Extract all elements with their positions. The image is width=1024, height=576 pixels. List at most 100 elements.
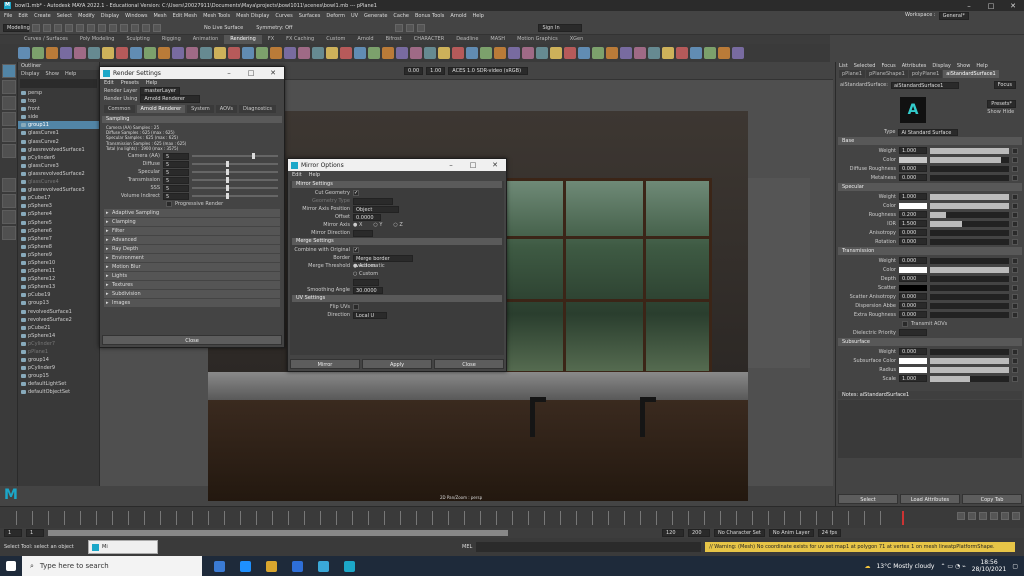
attribute-menu-item[interactable]: Focus bbox=[881, 62, 895, 70]
attribute-menu-item[interactable]: Attributes bbox=[902, 62, 927, 70]
outliner-item[interactable]: defaultLightSet bbox=[18, 380, 99, 388]
mirror-direction-dropdown[interactable] bbox=[353, 229, 373, 237]
maximize-icon[interactable]: □ bbox=[462, 161, 484, 169]
shelf-tool-icon[interactable] bbox=[662, 47, 674, 59]
map-button-icon[interactable] bbox=[1012, 193, 1018, 200]
undo-icon[interactable] bbox=[65, 23, 73, 32]
shelf-tool-icon[interactable] bbox=[326, 47, 338, 59]
attribute-slider[interactable] bbox=[930, 174, 1009, 181]
outliner-item[interactable]: pSphere9 bbox=[18, 251, 99, 259]
outliner-menu-item[interactable]: Show bbox=[45, 70, 59, 78]
outliner-item[interactable]: glassCurve2 bbox=[18, 138, 99, 146]
shelf-tool-icon[interactable] bbox=[116, 47, 128, 59]
shelf-tool-icon[interactable] bbox=[242, 47, 254, 59]
menu-item-modify[interactable]: Modify bbox=[78, 13, 95, 19]
paint-select-icon[interactable] bbox=[2, 96, 16, 110]
shelf-tool-icon[interactable] bbox=[480, 47, 492, 59]
shelf-tool-icon[interactable] bbox=[410, 47, 422, 59]
scale-tool-icon[interactable] bbox=[2, 144, 16, 158]
renderer-dropdown[interactable]: Arnold Renderer bbox=[140, 95, 201, 103]
menu-item-create[interactable]: Create bbox=[34, 13, 51, 19]
cut-geometry-checkbox[interactable]: ✓ bbox=[353, 190, 359, 196]
render-settings-section[interactable]: Subdivision bbox=[104, 290, 280, 299]
shelf-tool-icon[interactable] bbox=[494, 47, 506, 59]
clock[interactable]: 18:56 28/10/2021 bbox=[972, 559, 1007, 573]
taskbar-search[interactable]: ⌕ Type here to search bbox=[22, 556, 202, 576]
render-settings-section[interactable]: Clamping bbox=[104, 218, 280, 227]
sampling-slider[interactable] bbox=[192, 185, 278, 192]
menu-item-uv[interactable]: UV bbox=[351, 13, 358, 19]
shelf-tab[interactable]: Motion Graphics bbox=[511, 35, 564, 44]
attribute-menu-item[interactable]: List bbox=[839, 62, 848, 70]
shelf-tool-icon[interactable] bbox=[144, 47, 156, 59]
attribute-menu-item[interactable]: Show bbox=[957, 62, 971, 70]
move-tool-icon[interactable] bbox=[2, 112, 16, 126]
shelf-tool-icon[interactable] bbox=[536, 47, 548, 59]
attribute-slider[interactable] bbox=[930, 311, 1009, 318]
color-swatch[interactable] bbox=[899, 284, 927, 291]
uv-direction-dropdown[interactable]: Local U bbox=[353, 311, 387, 319]
taskbar-app-icon[interactable] bbox=[236, 556, 254, 576]
color-swatch[interactable] bbox=[899, 156, 927, 163]
axis-z-radio[interactable]: ○ Z bbox=[393, 222, 402, 228]
menu-set-dropdown[interactable]: Modeling bbox=[3, 23, 30, 32]
shelf-tab[interactable]: Bifrost bbox=[380, 35, 408, 44]
threshold-automatic-radio[interactable]: ● Automatic bbox=[353, 263, 385, 269]
shelf-tab[interactable]: Arnold bbox=[351, 35, 379, 44]
outliner-item[interactable]: pSphere3 bbox=[18, 202, 99, 210]
shelf-tool-icon[interactable] bbox=[102, 47, 114, 59]
attribute-slider[interactable] bbox=[930, 229, 1009, 236]
outliner-item[interactable]: pSphere8 bbox=[18, 243, 99, 251]
current-time-marker[interactable] bbox=[902, 511, 904, 525]
shelf-tab[interactable]: FX Caching bbox=[280, 35, 320, 44]
attribute-slider[interactable] bbox=[930, 366, 1009, 373]
attribute-value-field[interactable]: 0.000 bbox=[899, 174, 927, 181]
shelf-tool-icon[interactable] bbox=[312, 47, 324, 59]
render-settings-close-button[interactable]: Close bbox=[102, 335, 282, 345]
notes-field[interactable] bbox=[838, 400, 1022, 458]
map-button-icon[interactable] bbox=[1012, 165, 1018, 172]
minimize-icon[interactable]: – bbox=[440, 161, 462, 169]
color-swatch[interactable] bbox=[899, 366, 927, 373]
shelf-tool-icon[interactable] bbox=[382, 47, 394, 59]
shelf-tab[interactable]: Rigging bbox=[156, 35, 187, 44]
attribute-group-header[interactable]: Transmission bbox=[838, 247, 1022, 255]
progressive-checkbox[interactable] bbox=[166, 201, 172, 208]
end-time-field[interactable]: 200 bbox=[688, 529, 710, 537]
shelf-tool-icon[interactable] bbox=[18, 47, 30, 59]
outliner-item[interactable]: revolvedSurface2 bbox=[18, 316, 99, 324]
render-settings-menu-item[interactable]: Help bbox=[146, 79, 157, 87]
step-forward-icon[interactable] bbox=[1001, 512, 1009, 520]
menu-item-curves[interactable]: Curves bbox=[275, 13, 292, 19]
attribute-menu-item[interactable]: Help bbox=[976, 62, 987, 70]
attribute-tab[interactable]: aiStandardSurface1 bbox=[943, 70, 999, 78]
shelf-tool-icon[interactable] bbox=[284, 47, 296, 59]
transmit-aovs-checkbox[interactable] bbox=[902, 320, 908, 327]
attribute-tab[interactable]: polyPlane1 bbox=[908, 70, 943, 78]
outliner-item[interactable]: pCylinder7 bbox=[18, 340, 99, 348]
sampling-field[interactable]: 5 bbox=[163, 192, 189, 200]
render-settings-menu-item[interactable]: Edit bbox=[104, 79, 114, 87]
menu-item-edit-mesh[interactable]: Edit Mesh bbox=[173, 13, 197, 19]
close-icon[interactable]: ✕ bbox=[484, 161, 506, 169]
map-button-icon[interactable] bbox=[1012, 229, 1018, 236]
map-button-icon[interactable] bbox=[1012, 275, 1018, 282]
map-button-icon[interactable] bbox=[1012, 220, 1018, 227]
attribute-value-field[interactable]: 0.000 bbox=[899, 348, 927, 355]
outliner-item[interactable]: pCube17 bbox=[18, 194, 99, 202]
menu-item-mesh[interactable]: Mesh bbox=[153, 13, 166, 19]
sampling-field[interactable]: 5 bbox=[163, 184, 189, 192]
shelf-tab[interactable]: Rendering bbox=[224, 35, 262, 44]
mirror-options-titlebar[interactable]: Mirror Options – □ ✕ bbox=[288, 159, 506, 171]
attribute-value-field[interactable]: 0.000 bbox=[899, 229, 927, 236]
render-settings-section[interactable]: Environment bbox=[104, 254, 280, 263]
map-button-icon[interactable] bbox=[1012, 293, 1018, 300]
maximize-icon[interactable]: □ bbox=[240, 69, 262, 77]
character-set-dropdown[interactable]: No Character Set bbox=[714, 529, 765, 537]
shelf-tool-icon[interactable] bbox=[550, 47, 562, 59]
attribute-value-field[interactable]: 1.500 bbox=[899, 220, 927, 227]
node-name-field[interactable]: aiStandardSurface1 bbox=[890, 81, 959, 89]
outliner-item[interactable]: defaultObjectSet bbox=[18, 388, 99, 396]
menu-item-arnold[interactable]: Arnold bbox=[450, 13, 466, 19]
snap-point-icon[interactable] bbox=[142, 23, 150, 32]
